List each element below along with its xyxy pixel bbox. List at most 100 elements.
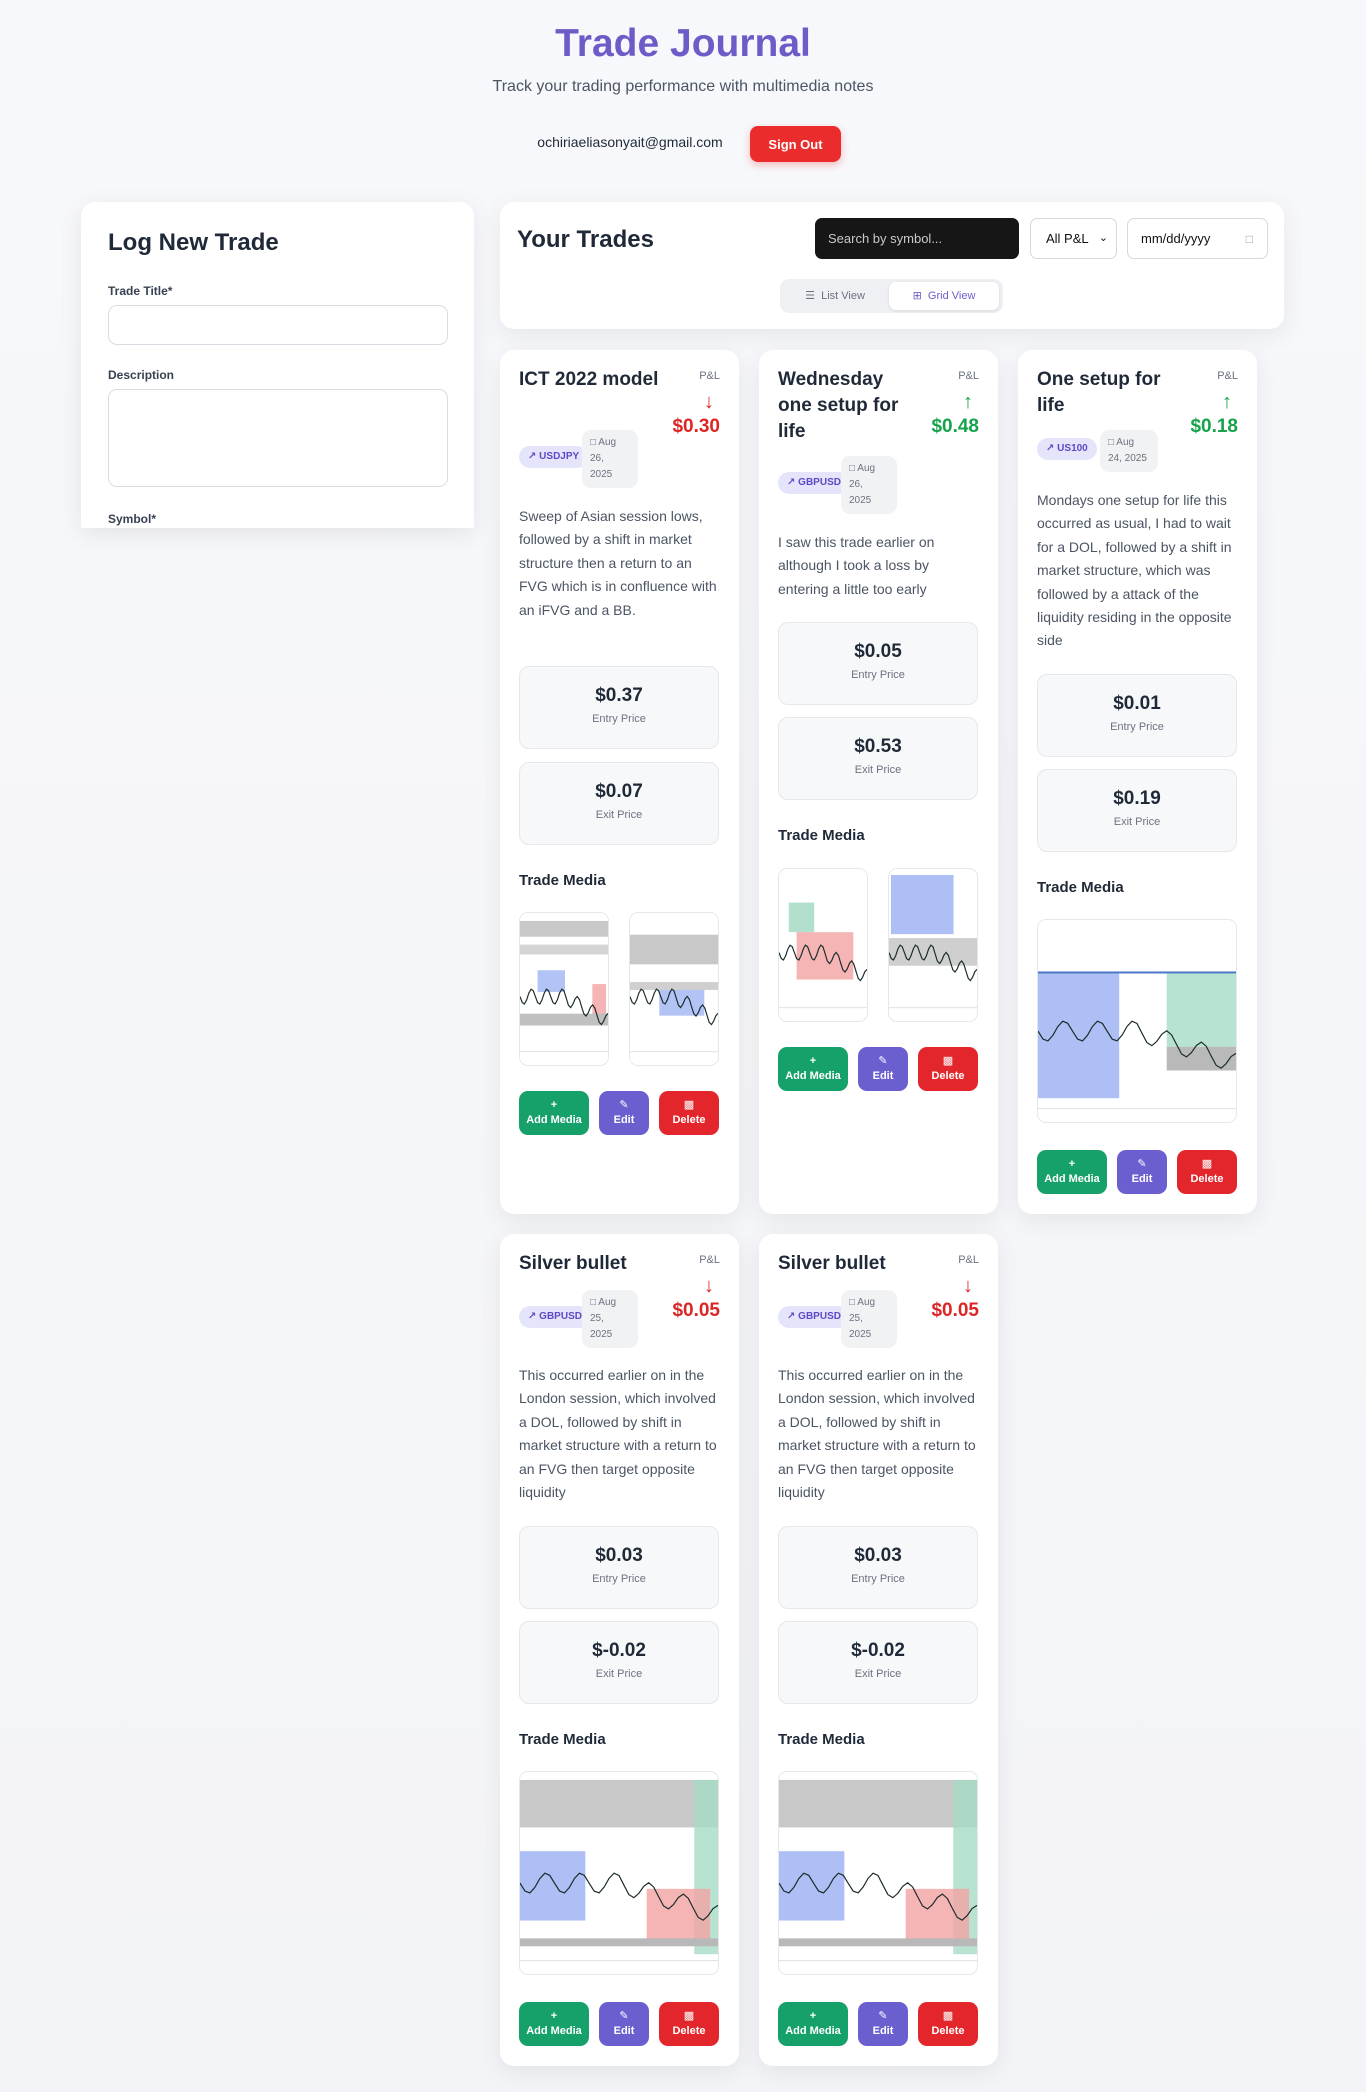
trade-media-image[interactable] bbox=[519, 912, 609, 1066]
delete-label: Delete bbox=[931, 2025, 965, 2037]
trade-title: Wednesday one setup for life bbox=[778, 369, 899, 442]
date-badge: □ Aug 24, 2025 bbox=[1100, 430, 1158, 472]
trade-media-image[interactable] bbox=[778, 868, 868, 1022]
delete-button[interactable]: ▩ Delete bbox=[659, 1091, 719, 1135]
add-media-button[interactable]: + Add Media bbox=[778, 1047, 848, 1091]
trades-header-panel: Your Trades All P&L ⌄ mm/dd/yyyy □ ☰ Lis… bbox=[500, 202, 1284, 329]
delete-button[interactable]: ▩ Delete bbox=[918, 2002, 978, 2046]
pl-filter-select[interactable]: All P&L ⌄ bbox=[1030, 218, 1117, 259]
pl-filter-value: All P&L bbox=[1046, 231, 1089, 246]
date-filter-input[interactable]: mm/dd/yyyy □ bbox=[1127, 218, 1268, 259]
trade-title: Silver bullet bbox=[778, 1253, 886, 1274]
list-view-button[interactable]: ☰ List View bbox=[784, 282, 886, 310]
arrow-down-icon: ↓ bbox=[704, 1275, 714, 1297]
pl-label: P&L bbox=[699, 370, 720, 382]
date-year: 2025 bbox=[849, 495, 872, 506]
chart-line-icon: ↗ bbox=[528, 1311, 537, 1322]
entry-price-value: $0.01 bbox=[1113, 693, 1161, 714]
entry-price-box: $0.05 Entry Price bbox=[778, 622, 978, 705]
add-media-button[interactable]: + Add Media bbox=[778, 2002, 848, 2046]
add-media-label: Add Media bbox=[1044, 1173, 1100, 1185]
symbol-text: GBPUSD bbox=[798, 1311, 841, 1322]
list-view-label: List View bbox=[821, 290, 865, 302]
symbol-badge: ↗ US100 bbox=[1037, 438, 1097, 460]
add-media-button[interactable]: + Add Media bbox=[1037, 1150, 1107, 1194]
entry-price-box: $0.03 Entry Price bbox=[519, 1526, 719, 1609]
date-year: 2025 bbox=[590, 469, 613, 480]
delete-button[interactable]: ▩ Delete bbox=[918, 1047, 978, 1091]
edit-button[interactable]: ✎ Edit bbox=[599, 2002, 649, 2046]
trade-media-image[interactable] bbox=[1037, 919, 1237, 1123]
edit-label: Edit bbox=[613, 2025, 635, 2037]
plus-icon: + bbox=[1068, 1158, 1076, 1170]
edit-icon: ✎ bbox=[1137, 1158, 1147, 1170]
entry-price-label: Entry Price bbox=[851, 1573, 905, 1585]
symbol-text: GBPUSD bbox=[798, 477, 841, 488]
exit-price-label: Exit Price bbox=[854, 1668, 902, 1680]
sign-out-button[interactable]: Sign Out bbox=[750, 126, 841, 162]
trade-description: This occurred earlier on in the London s… bbox=[778, 1367, 976, 1501]
exit-price-value: $0.19 bbox=[1113, 788, 1161, 809]
grid-icon: ⊞ bbox=[912, 290, 922, 302]
plus-icon: + bbox=[809, 2010, 817, 2022]
entry-price-box: $0.03 Entry Price bbox=[778, 1526, 978, 1609]
add-media-label: Add Media bbox=[785, 1070, 841, 1082]
chart-line-icon: ↗ bbox=[787, 477, 796, 488]
calendar-icon: □ bbox=[1245, 232, 1253, 246]
edit-button[interactable]: ✎ Edit bbox=[858, 2002, 908, 2046]
delete-button[interactable]: ▩ Delete bbox=[1177, 1150, 1237, 1194]
pl-label: P&L bbox=[958, 1254, 979, 1266]
trade-media-image[interactable] bbox=[888, 868, 978, 1022]
trade-media-image[interactable] bbox=[629, 912, 719, 1066]
symbol-label: Symbol* bbox=[108, 512, 157, 526]
description-textarea[interactable] bbox=[108, 389, 448, 487]
delete-label: Delete bbox=[931, 1070, 965, 1082]
delete-label: Delete bbox=[672, 2025, 706, 2037]
add-media-button[interactable]: + Add Media bbox=[519, 1091, 589, 1135]
list-icon: ☰ bbox=[805, 290, 815, 302]
trade-description: I saw this trade earlier on although I t… bbox=[778, 534, 935, 597]
date-day: 26, bbox=[849, 479, 863, 490]
grid-view-label: Grid View bbox=[927, 290, 976, 302]
exit-price-value: $-0.02 bbox=[592, 1640, 646, 1661]
edit-button[interactable]: ✎ Edit bbox=[858, 1047, 908, 1091]
trade-media-title: Trade Media bbox=[519, 1731, 606, 1748]
date-month: Aug bbox=[1116, 437, 1135, 448]
grid-view-button[interactable]: ⊞ Grid View bbox=[889, 282, 999, 310]
trade-media-image[interactable] bbox=[778, 1771, 978, 1975]
delete-button[interactable]: ▩ Delete bbox=[659, 2002, 719, 2046]
delete-label: Delete bbox=[672, 1114, 706, 1126]
add-media-label: Add Media bbox=[526, 2025, 582, 2037]
trade-title-input[interactable] bbox=[108, 305, 448, 345]
entry-price-label: Entry Price bbox=[592, 1573, 646, 1585]
date-badge: □ Aug 25, 2025 bbox=[841, 1290, 897, 1348]
edit-button[interactable]: ✎ Edit bbox=[599, 1091, 649, 1135]
plus-icon: + bbox=[550, 1099, 558, 1111]
date-year: 2025 bbox=[849, 1329, 872, 1340]
entry-price-label: Entry Price bbox=[851, 669, 905, 681]
trade-card: ICT 2022 model P&L ↓ $0.30 ↗ USDJPY □ Aug 26, 2… bbox=[500, 350, 739, 1214]
exit-price-box: $0.19 Exit Price bbox=[1037, 769, 1237, 852]
entry-price-label: Entry Price bbox=[592, 713, 646, 725]
add-media-button[interactable]: + Add Media bbox=[519, 2002, 589, 2046]
trade-card: Silver bullet P&L ↓ $0.05 ↗ GBPUSD □ Aug 25, 20… bbox=[500, 1234, 739, 2066]
edit-button[interactable]: ✎ Edit bbox=[1117, 1150, 1167, 1194]
entry-price-box: $0.01 Entry Price bbox=[1037, 674, 1237, 757]
trade-title: ICT 2022 model bbox=[519, 369, 659, 390]
arrow-up-icon: ↑ bbox=[1222, 391, 1232, 413]
exit-price-box: $0.53 Exit Price bbox=[778, 717, 978, 800]
calendar-icon: □ bbox=[849, 1297, 856, 1308]
exit-price-value: $0.53 bbox=[854, 736, 902, 757]
symbol-badge: ↗ GBPUSD bbox=[778, 472, 850, 494]
date-badge: □ Aug 26, 2025 bbox=[841, 456, 897, 514]
plus-icon: + bbox=[550, 2010, 558, 2022]
pl-value: $0.30 bbox=[672, 416, 720, 437]
log-trade-title: Log New Trade bbox=[108, 229, 279, 256]
symbol-text: USDJPY bbox=[539, 451, 580, 462]
symbol-badge: ↗ USDJPY bbox=[519, 446, 589, 468]
trade-media-image[interactable] bbox=[519, 1771, 719, 1975]
exit-price-value: $0.07 bbox=[595, 781, 643, 802]
search-input[interactable] bbox=[815, 218, 1019, 259]
symbol-badge: ↗ GBPUSD bbox=[519, 1306, 591, 1328]
date-month: Aug bbox=[598, 437, 617, 448]
